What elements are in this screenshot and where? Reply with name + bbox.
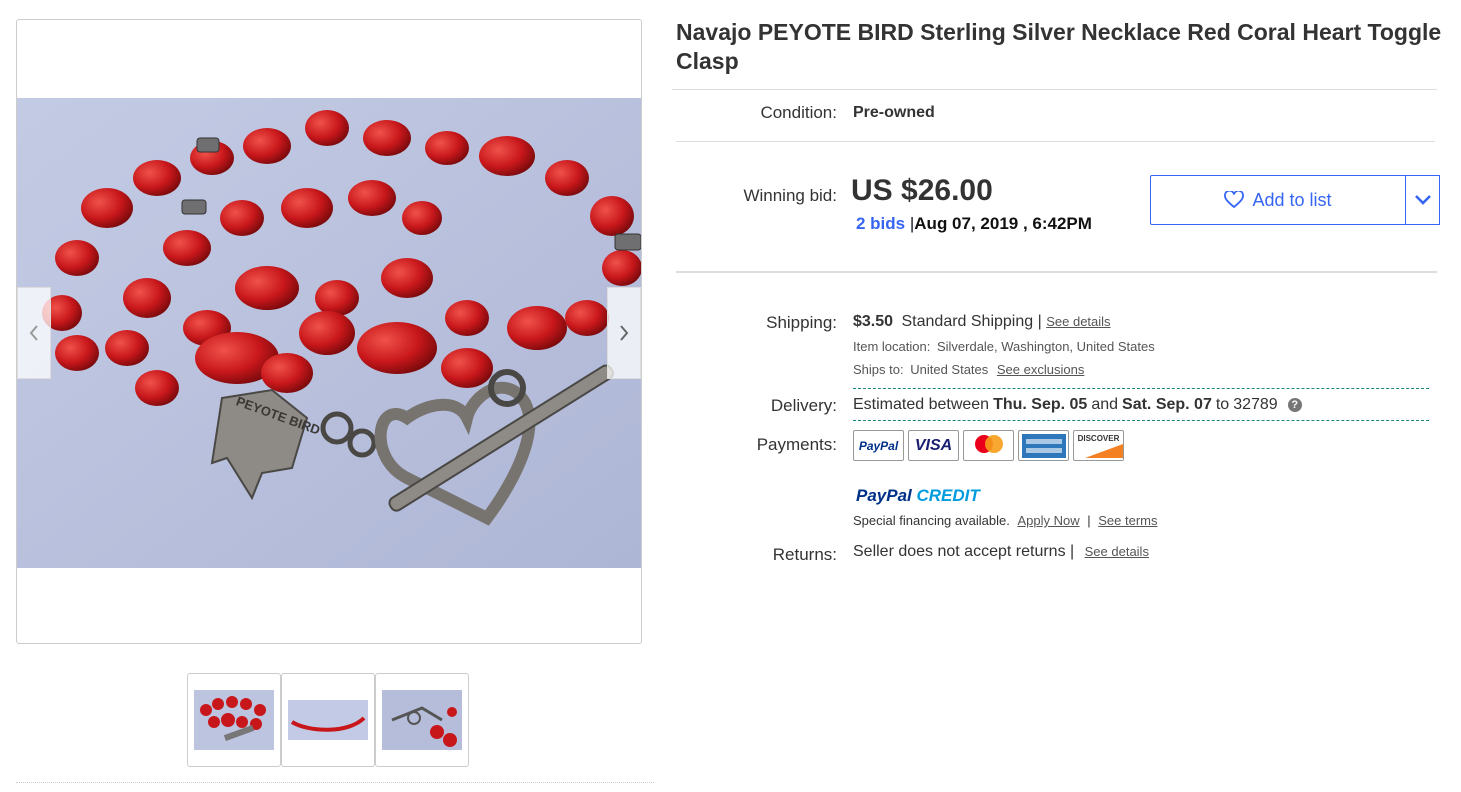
financing-text: Special financing available. (853, 513, 1010, 528)
gallery-divider (16, 782, 654, 783)
financing-separator: | (1087, 513, 1091, 528)
next-image-button[interactable] (607, 287, 641, 379)
thumbnail-strip (187, 673, 469, 767)
see-exclusions-link[interactable]: See exclusions (997, 362, 1084, 377)
product-photo[interactable]: PEYOTE BIRD (17, 98, 641, 568)
thumbnail-1[interactable] (187, 673, 281, 767)
help-icon[interactable]: ? (1287, 398, 1302, 412)
add-to-list-label: Add to list (1252, 189, 1332, 210)
condition-value: Pre-owned (853, 104, 935, 121)
main-image-frame: PEYOTE BIRD (16, 19, 642, 644)
auction-end-date: Aug 07, 2019 , 6:42PM (914, 214, 1092, 233)
chevron-right-icon (620, 325, 629, 341)
bid-divider (676, 271, 1437, 273)
shipping-method: Standard Shipping (901, 313, 1034, 330)
returns-see-details-link[interactable]: See details (1085, 544, 1149, 559)
item-title: Navajo PEYOTE BIRD Sterling Silver Neckl… (676, 19, 1442, 74)
returns-policy: Seller does not accept returns (853, 543, 1066, 560)
shipping-see-details-link[interactable]: See details (1046, 314, 1110, 329)
shipping-label: Shipping: (766, 313, 837, 332)
paypal-icon: PayPal (853, 430, 904, 461)
previous-image-button[interactable] (17, 287, 51, 379)
paypal-credit-logo: PayPal CREDIT (856, 486, 980, 505)
delivery-end-date: Sat. Sep. 07 (1122, 396, 1212, 413)
condition-label: Condition: (760, 103, 837, 122)
heart-icon (1224, 191, 1245, 209)
thumbnail-2[interactable] (281, 673, 375, 767)
shipping-divider (853, 388, 1429, 389)
delivery-to: to (1215, 396, 1230, 413)
winning-bid-label: Winning bid: (743, 186, 837, 205)
item-location-value: Silverdale, Washington, United States (936, 339, 1155, 354)
discover-icon: DISCOVER (1073, 430, 1124, 461)
add-to-list-dropdown[interactable] (1405, 175, 1440, 225)
returns-separator: | (1070, 543, 1075, 560)
shipping-cost: $3.50 (853, 313, 894, 330)
amex-icon (1018, 430, 1069, 461)
delivery-zip: 32789 (1233, 396, 1278, 413)
mastercard-icon (963, 430, 1014, 461)
delivery-label: Delivery: (770, 396, 837, 415)
thumbnail-image (288, 700, 368, 740)
ships-to-value: United States (910, 362, 989, 377)
delivery-divider (853, 420, 1429, 421)
chevron-down-icon (1414, 195, 1431, 205)
thumbnail-3[interactable] (375, 673, 469, 767)
thumbnail-image (194, 690, 274, 750)
ships-to-label: Ships to: (853, 362, 904, 377)
visa-icon: VISA (908, 430, 959, 461)
delivery-start-date: Thu. Sep. 05 (993, 396, 1088, 413)
condition-divider (676, 141, 1435, 142)
title-divider (672, 89, 1437, 90)
apply-now-link[interactable]: Apply Now (1017, 513, 1079, 528)
shipping-separator: | (1037, 313, 1042, 330)
returns-label: Returns: (772, 545, 837, 564)
payments-label: Payments: (756, 435, 837, 454)
winning-bid-price: US $26.00 (851, 174, 993, 207)
chevron-left-icon (29, 325, 38, 341)
delivery-prefix: Estimated between (853, 396, 990, 413)
delivery-and: and (1091, 396, 1119, 413)
thumbnail-image (382, 690, 462, 750)
payment-methods: PayPal VISA DISCOVER (853, 430, 1124, 461)
add-to-list-button[interactable]: Add to list (1150, 175, 1406, 225)
bid-count-link[interactable]: 2 bids (856, 214, 905, 233)
see-terms-link[interactable]: See terms (1098, 513, 1157, 528)
item-location-label: Item location: (853, 339, 931, 354)
